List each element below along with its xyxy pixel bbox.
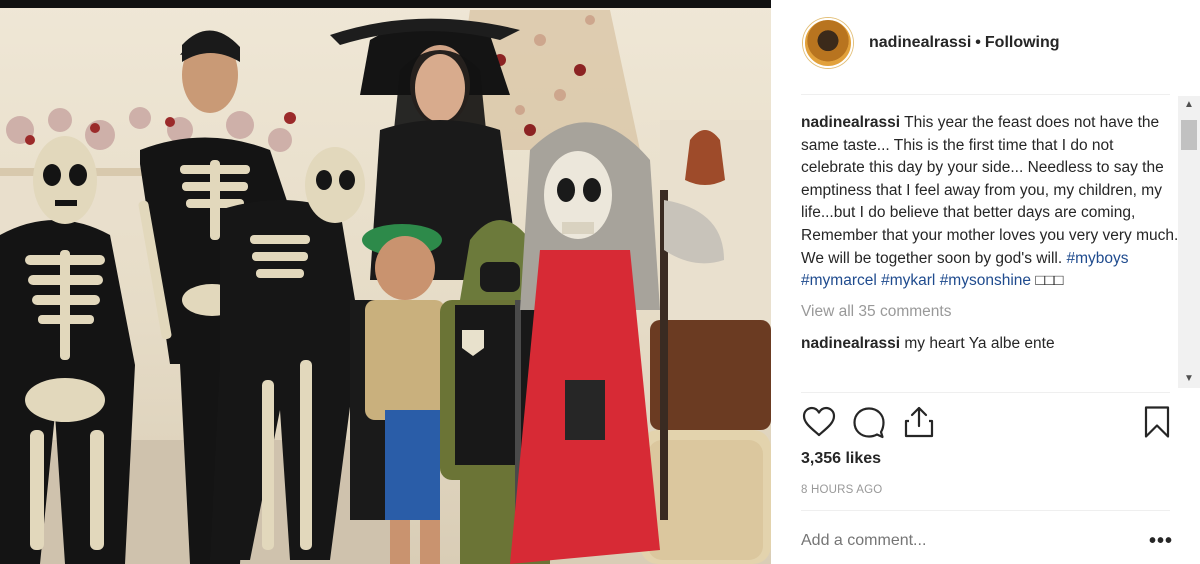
username-link[interactable]: nadinealrassi bbox=[869, 34, 971, 51]
caption-text: This year the feast does not have the sa… bbox=[801, 114, 1179, 267]
comments-section: nadinealrassi This year the feast does n… bbox=[801, 112, 1179, 392]
header-divider bbox=[801, 94, 1170, 95]
caption-username[interactable]: nadinealrassi bbox=[801, 114, 900, 131]
action-bar bbox=[801, 404, 1171, 444]
comment-text: my heart Ya albe ente bbox=[900, 335, 1055, 353]
hashtag-link[interactable]: #mymarcel bbox=[801, 272, 877, 289]
comment-button[interactable] bbox=[851, 404, 887, 440]
comment-username[interactable]: nadinealrassi bbox=[801, 335, 900, 352]
comments-scrollbar[interactable]: ▲ ▼ bbox=[1178, 96, 1200, 388]
comment-item: nadinealrassi my heart Ya albe ente bbox=[801, 333, 1179, 356]
post-photo[interactable] bbox=[0, 0, 771, 564]
header-user-line: nadinealrassi • Following bbox=[869, 34, 1060, 52]
avatar[interactable] bbox=[803, 18, 853, 68]
post-side-panel: nadinealrassi • Following nadinealrassi Th… bbox=[771, 0, 1200, 564]
scrollbar-thumb[interactable] bbox=[1181, 120, 1197, 150]
actions-divider bbox=[801, 392, 1170, 393]
add-comment-input[interactable] bbox=[801, 532, 1131, 550]
heart-icon bbox=[802, 406, 836, 437]
scroll-up-arrow-icon[interactable]: ▲ bbox=[1178, 96, 1200, 114]
post-timestamp[interactable]: 8 HOURS AGO bbox=[801, 484, 882, 496]
post-caption: nadinealrassi This year the feast does n… bbox=[801, 112, 1179, 293]
more-options-icon[interactable]: ••• bbox=[1149, 530, 1173, 553]
caption-trailing-glyphs: □□□ bbox=[1031, 272, 1064, 290]
view-all-comments-link[interactable]: View all 35 comments bbox=[801, 301, 1179, 324]
hashtag-link[interactable]: #mysonshine bbox=[940, 272, 1031, 289]
hashtag-link[interactable]: #mykarl bbox=[881, 272, 935, 289]
save-button[interactable] bbox=[1139, 404, 1175, 440]
share-button[interactable] bbox=[901, 404, 937, 440]
comment-bubble-icon bbox=[853, 407, 885, 439]
like-button[interactable] bbox=[801, 404, 837, 440]
hashtag-link[interactable]: #myboys bbox=[1066, 250, 1128, 267]
family-costume-photo bbox=[0, 10, 771, 564]
comment-input-divider bbox=[801, 510, 1170, 511]
likes-count[interactable]: 3,356 likes bbox=[801, 450, 881, 468]
share-icon bbox=[904, 406, 934, 438]
bookmark-icon bbox=[1144, 406, 1170, 438]
following-button[interactable]: Following bbox=[985, 34, 1060, 51]
scroll-down-arrow-icon[interactable]: ▼ bbox=[1178, 370, 1200, 388]
separator-dot: • bbox=[975, 34, 981, 51]
post-header: nadinealrassi • Following bbox=[771, 0, 1200, 88]
